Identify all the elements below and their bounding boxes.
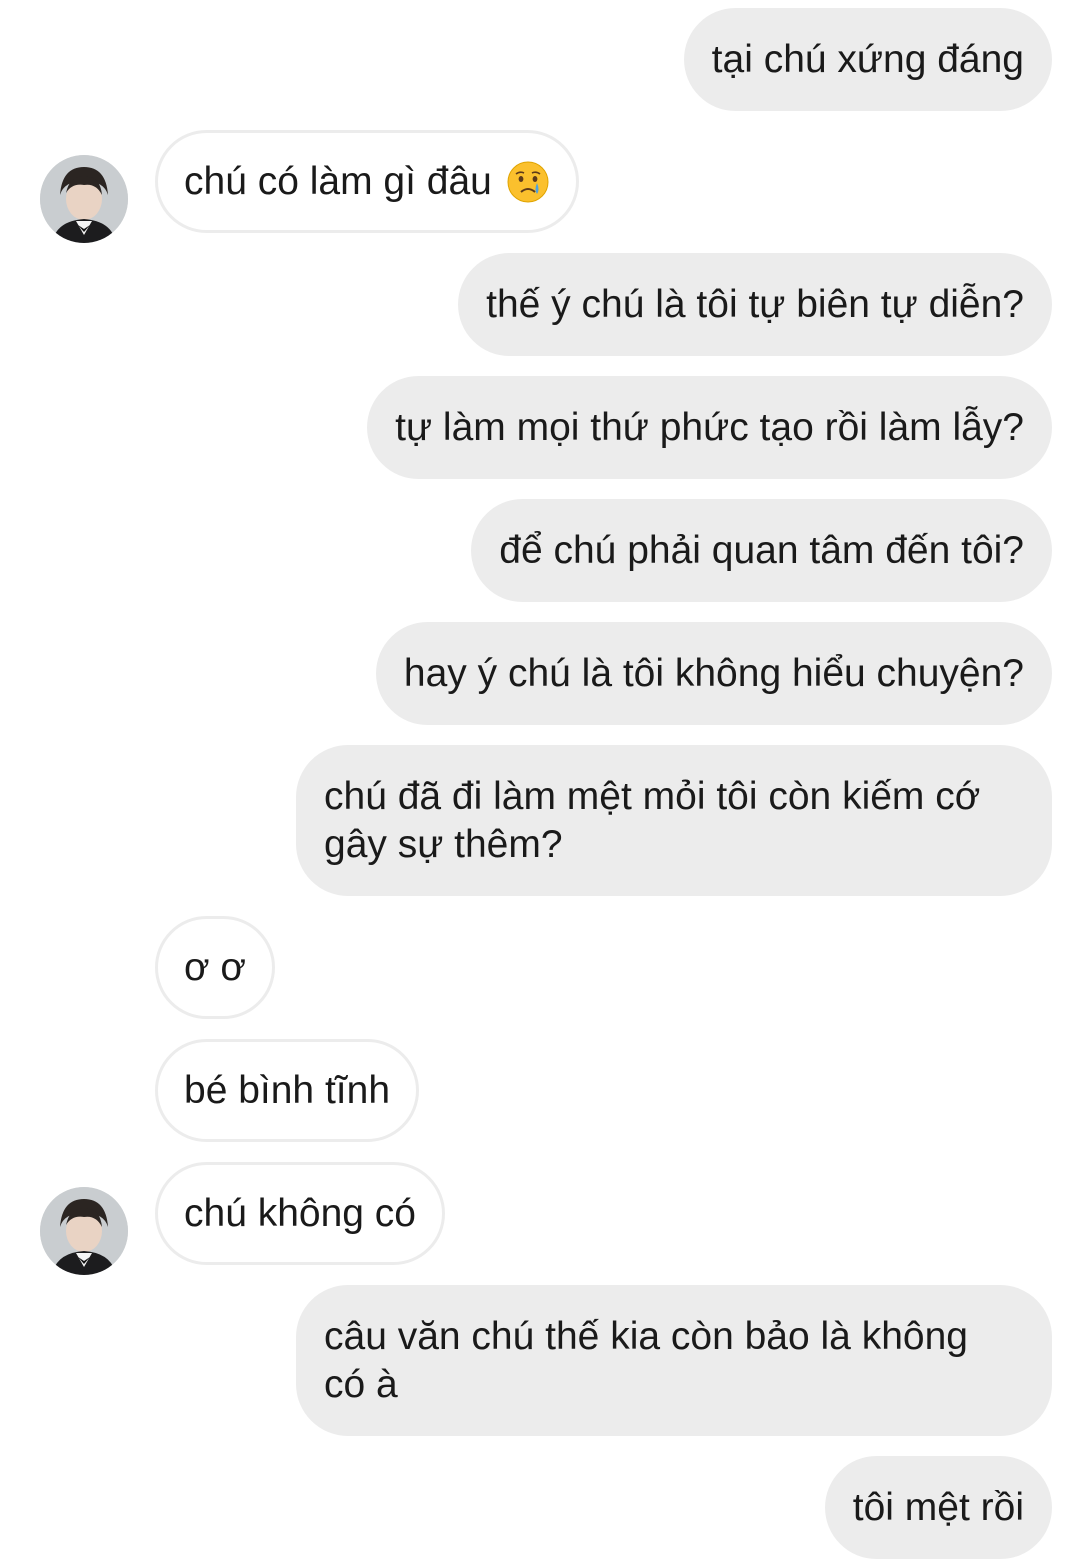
message-received[interactable]: chú có làm gì đâu <box>155 130 579 233</box>
message-text-line: có à <box>324 1362 398 1406</box>
message-sent[interactable]: tại chú xứng đáng <box>683 8 1052 111</box>
avatar-photo <box>40 155 128 243</box>
avatar[interactable] <box>40 155 128 243</box>
message-text: ơ ơ <box>184 945 246 989</box>
message-text: bé bình tĩnh <box>184 1068 391 1112</box>
message-received[interactable]: bé bình tĩnh <box>155 1039 420 1142</box>
message-text-line: gây sự thêm? <box>324 822 563 866</box>
message-text: tôi mệt rồi <box>852 1485 1024 1529</box>
avatar-photo <box>40 1187 128 1275</box>
message-text-line: câu văn chú thế kia còn bảo là không <box>324 1314 968 1358</box>
message-sent[interactable]: thế ý chú là tôi tự biên tự diễn? <box>458 253 1052 356</box>
message-sent[interactable]: câu văn chú thế kia còn bảo là không có … <box>296 1285 1052 1436</box>
message-sent[interactable]: để chú phải quan tâm đến tôi? <box>471 499 1052 602</box>
chat-thread: tại chú xứng đáng chú có làm gì đâu thế … <box>0 0 1080 1564</box>
message-sent[interactable]: tự làm mọi thứ phức tạo rồi làm lẫy? <box>367 376 1052 479</box>
message-text: hay ý chú là tôi không hiểu chuyện? <box>403 651 1024 695</box>
message-text: chú có làm gì đâu <box>184 159 492 203</box>
message-text: tự làm mọi thứ phức tạo rồi làm lẫy? <box>395 405 1024 449</box>
message-text: tại chú xứng đáng <box>711 37 1024 81</box>
message-sent[interactable]: tôi mệt rồi <box>824 1456 1052 1559</box>
message-received[interactable]: ơ ơ <box>155 916 275 1019</box>
message-sent[interactable]: chú đã đi làm mệt mỏi tôi còn kiếm cớ gâ… <box>296 745 1052 896</box>
crying-face-icon <box>507 161 549 202</box>
message-sent[interactable]: hay ý chú là tôi không hiểu chuyện? <box>375 622 1052 725</box>
message-text: thế ý chú là tôi tự biên tự diễn? <box>486 282 1024 326</box>
avatar[interactable] <box>40 1187 128 1275</box>
message-text-line: chú đã đi làm mệt mỏi tôi còn kiếm cớ <box>324 774 981 818</box>
message-received[interactable]: chú không có <box>155 1162 446 1265</box>
message-text: chú không có <box>184 1191 417 1235</box>
message-text: để chú phải quan tâm đến tôi? <box>499 528 1024 572</box>
